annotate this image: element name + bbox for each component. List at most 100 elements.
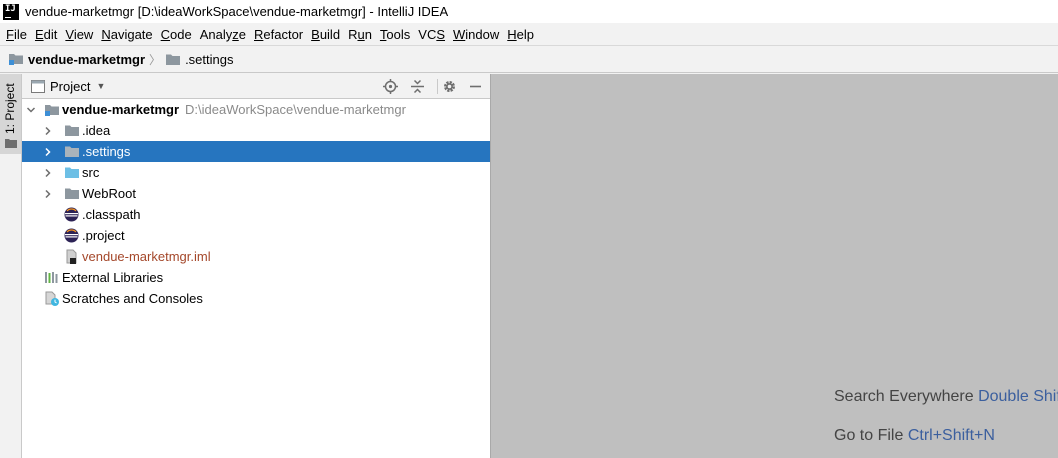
menu-mnemonic: V — [65, 26, 74, 42]
module-folder-icon — [44, 103, 60, 117]
menu-item-vcs[interactable]: VCS — [414, 27, 449, 42]
hide-panel-icon[interactable] — [467, 78, 484, 95]
menu-item-run[interactable]: Run — [344, 27, 376, 42]
menu-item-analyze[interactable]: Analyze — [196, 27, 250, 42]
tree-item-label: External Libraries — [62, 270, 164, 285]
tree-item-src[interactable]: src — [22, 162, 490, 183]
breadcrumb-folder-label: .settings — [185, 51, 234, 67]
menu-label-rest: ode — [170, 26, 192, 42]
menu-mnemonic: E — [34, 26, 44, 42]
tree-item-scratches[interactable]: Scratches and Consoles — [22, 288, 490, 309]
module-file-icon — [65, 249, 79, 265]
intellij-logo-icon: IJ — [3, 3, 19, 20]
tree-item-label: .settings — [82, 144, 131, 159]
search-everywhere-hint: Search Everywhere Double Shift — [834, 388, 1058, 406]
menu-label-rest: ile — [13, 26, 27, 42]
tree-item-label: src — [82, 165, 100, 180]
tree-item-settings[interactable]: .settings — [22, 141, 490, 162]
tree-root-label: vendue-marketmgr D:\ideaWorkSpace\vendue-… — [62, 102, 406, 117]
menu-item-code[interactable]: Code — [157, 27, 196, 42]
go-to-file-shortcut: Ctrl+Shift+N — [907, 427, 995, 444]
tree-item-label: WebRoot — [82, 186, 136, 201]
breadcrumb-folder[interactable]: .settings — [165, 52, 233, 67]
project-tool-tab-label: 1: Project — [3, 83, 17, 134]
tree-item-idea[interactable]: .idea — [22, 120, 490, 141]
menu-item-navigate[interactable]: Navigate — [97, 27, 156, 42]
project-folder-icon — [9, 54, 23, 65]
tree-root-row[interactable]: vendue-marketmgr D:\ideaWorkSpace\vendue-… — [22, 99, 490, 120]
collapsed-arrow-icon[interactable] — [43, 147, 53, 157]
structure-folder-icon[interactable] — [5, 138, 17, 148]
libraries-icon — [44, 271, 60, 284]
editor-empty-area[interactable]: Search Everywhere Double Shift Go to Fil… — [490, 74, 1058, 458]
eclipse-icon — [64, 228, 79, 243]
tree-item-external-libraries[interactable]: External Libraries — [22, 267, 490, 288]
scratches-icon — [44, 291, 60, 307]
menu-mnemonic: H — [507, 26, 517, 42]
menu-label-rest: ools — [386, 26, 411, 42]
project-tree: vendue-marketmgr D:\ideaWorkSpace\vendue-… — [22, 99, 490, 309]
menu-label-prefix: VC — [418, 26, 437, 42]
project-view-icon — [31, 79, 45, 93]
menu-label-rest: dit — [43, 26, 58, 42]
menu-item-file[interactable]: File — [2, 27, 31, 42]
window-title: vendue-marketmgr [D:\ideaWorkSpace\vendu… — [25, 4, 449, 19]
locate-file-icon[interactable] — [382, 78, 399, 95]
view-selector-dropdown-icon[interactable]: ▼ — [96, 81, 105, 91]
menu-label-prefix: Analy — [199, 26, 233, 42]
breadcrumb-separator: 〉 — [149, 52, 162, 67]
menu-mnemonic: R — [254, 26, 264, 42]
menu-label-rest: indow — [465, 26, 500, 42]
tree-item-label: .idea — [82, 123, 111, 138]
menu-item-build[interactable]: Build — [307, 27, 344, 42]
go-to-file-label: Go to File — [834, 427, 904, 444]
tree-item-classpath[interactable]: .classpath — [22, 204, 490, 225]
tree-item-iml[interactable]: vendue-marketmgr.iml — [22, 246, 490, 267]
tree-item-label: .project — [82, 228, 125, 243]
menu-mnemonic: B — [311, 26, 320, 42]
menu-item-window[interactable]: Window — [449, 27, 503, 42]
tree-item-label: .classpath — [82, 207, 141, 222]
folder-icon — [64, 145, 80, 158]
menu-mnemonic: F — [6, 26, 14, 42]
expanded-arrow-icon[interactable] — [26, 105, 36, 115]
menu-mnemonic: W — [453, 26, 466, 42]
tree-item-project[interactable]: .project — [22, 225, 490, 246]
search-everywhere-label: Search Everywhere — [834, 388, 974, 405]
menu-item-edit[interactable]: Edit — [31, 27, 61, 42]
breadcrumb-project[interactable]: vendue-marketmgr — [8, 52, 145, 67]
project-panel-title[interactable]: Project — [50, 79, 90, 94]
menu-label-rest: n — [364, 26, 372, 42]
settings-gear-icon[interactable] — [441, 78, 458, 95]
eclipse-icon — [64, 207, 79, 222]
breadcrumb-project-label: vendue-marketmgr — [28, 51, 146, 67]
project-tool-window: Project ▼ vendue-marketmgr D:\ideaWorkSpa… — [22, 74, 490, 458]
tree-root-path: D:\ideaWorkSpace\vendue-marketmgr — [185, 102, 406, 117]
folder-icon — [166, 54, 181, 65]
collapsed-arrow-icon[interactable] — [43, 126, 53, 136]
tree-item-webroot[interactable]: WebRoot — [22, 183, 490, 204]
go-to-file-hint: Go to File Ctrl+Shift+N — [834, 427, 995, 445]
menu-item-tools[interactable]: Tools — [376, 27, 414, 42]
collapsed-arrow-icon[interactable] — [43, 189, 53, 199]
menu-bar: File Edit View Navigate Code Analyze Refactor B… — [0, 23, 1058, 45]
source-folder-icon — [64, 166, 80, 179]
menu-item-view[interactable]: View — [61, 27, 97, 42]
menu-label-rest: e — [238, 26, 246, 42]
menu-item-help[interactable]: Help — [503, 27, 538, 42]
menu-label-rest: iew — [73, 26, 94, 42]
menu-label-rest: uild — [319, 26, 341, 42]
collapse-all-icon[interactable] — [409, 78, 426, 95]
menu-item-refactor[interactable]: Refactor — [250, 27, 307, 42]
header-divider — [437, 79, 438, 94]
menu-mnemonic: N — [101, 26, 111, 42]
collapsed-arrow-icon[interactable] — [43, 168, 53, 178]
folder-icon — [64, 124, 80, 137]
left-tool-stripe: 1: Project — [0, 74, 22, 458]
search-everywhere-shortcut: Double Shift — [978, 388, 1058, 405]
menu-mnemonic: S — [436, 26, 446, 42]
folder-icon — [64, 187, 80, 200]
menu-label-rest: avigate — [110, 26, 153, 42]
tree-item-label: vendue-marketmgr.iml — [82, 249, 211, 264]
navigation-bar: vendue-marketmgr 〉 .settings — [0, 45, 1058, 73]
